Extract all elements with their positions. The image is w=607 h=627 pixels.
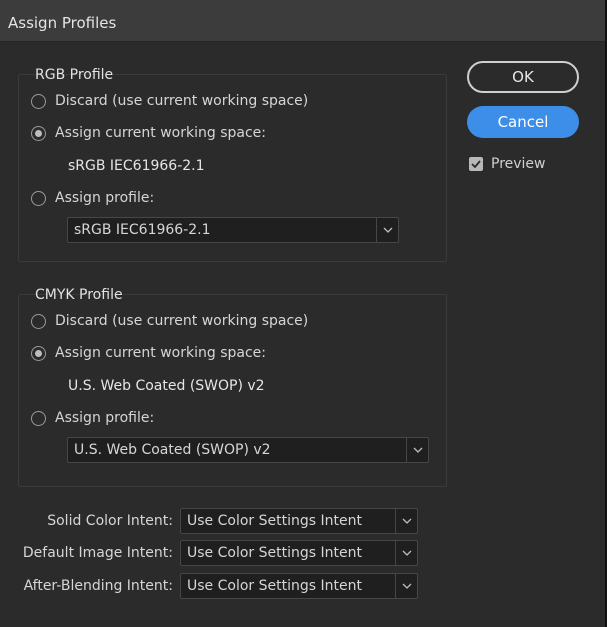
checkmark-icon[interactable] — [469, 157, 483, 171]
rgb-assign-current-label: Assign current working space: — [55, 125, 266, 141]
radio-icon[interactable] — [31, 190, 46, 206]
cmyk-assign-current-radio[interactable]: Assign current working space: — [31, 344, 266, 362]
rgb-discard-label: Discard (use current working space) — [55, 93, 309, 109]
cmyk-assign-current-label: Assign current working space: — [55, 345, 266, 361]
ok-button[interactable]: OK — [467, 61, 579, 93]
cmyk-assign-profile-label: Assign profile: — [55, 410, 155, 426]
radio-selected-icon[interactable] — [31, 125, 46, 141]
preview-checkbox[interactable]: Preview — [469, 155, 546, 173]
radio-icon[interactable] — [31, 93, 46, 109]
radio-icon[interactable] — [31, 410, 46, 426]
cmyk-current-space-value: U.S. Web Coated (SWOP) v2 — [68, 378, 265, 394]
chevron-down-icon[interactable] — [395, 574, 417, 598]
cmyk-profile-select[interactable]: U.S. Web Coated (SWOP) v2 — [67, 437, 429, 463]
radio-icon[interactable] — [31, 313, 46, 329]
default-image-intent-label: Default Image Intent: — [22, 545, 173, 561]
rgb-profile-select-value: sRGB IEC61966-2.1 — [74, 222, 211, 238]
dialog-titlebar[interactable]: Assign Profiles — [0, 0, 605, 42]
default-image-intent-value: Use Color Settings Intent — [187, 545, 362, 561]
rgb-assign-profile-label: Assign profile: — [55, 190, 155, 206]
rgb-current-space-value: sRGB IEC61966-2.1 — [68, 158, 205, 174]
after-blending-intent-value: Use Color Settings Intent — [187, 578, 362, 594]
cmyk-profile-select-value: U.S. Web Coated (SWOP) v2 — [74, 442, 271, 458]
chevron-down-icon[interactable] — [395, 509, 417, 533]
rgb-group-title: RGB Profile — [35, 67, 114, 83]
solid-color-intent-select[interactable]: Use Color Settings Intent — [180, 508, 418, 534]
solid-color-intent-value: Use Color Settings Intent — [187, 513, 362, 529]
solid-color-intent-label: Solid Color Intent: — [47, 513, 173, 529]
after-blending-intent-label: After-Blending Intent: — [23, 578, 173, 594]
after-blending-intent-select[interactable]: Use Color Settings Intent — [180, 573, 418, 599]
assign-profiles-dialog: RGB Profile Discard (use current working… — [0, 42, 605, 627]
chevron-down-icon[interactable] — [395, 541, 417, 565]
rgb-discard-radio[interactable]: Discard (use current working space) — [31, 92, 308, 110]
rgb-assign-profile-radio[interactable]: Assign profile: — [31, 189, 154, 207]
default-image-intent-select[interactable]: Use Color Settings Intent — [180, 540, 418, 566]
radio-selected-icon[interactable] — [31, 345, 46, 361]
chevron-down-icon[interactable] — [376, 218, 398, 242]
chevron-down-icon[interactable] — [406, 438, 428, 462]
rgb-assign-current-radio[interactable]: Assign current working space: — [31, 124, 266, 142]
cmyk-group-title: CMYK Profile — [35, 287, 123, 303]
cancel-button[interactable]: Cancel — [467, 106, 579, 138]
cmyk-discard-radio[interactable]: Discard (use current working space) — [31, 312, 308, 330]
dialog-title: Assign Profiles — [8, 14, 117, 32]
rgb-profile-select[interactable]: sRGB IEC61966-2.1 — [67, 217, 399, 243]
preview-label: Preview — [491, 156, 546, 172]
cmyk-discard-label: Discard (use current working space) — [55, 313, 309, 329]
cmyk-assign-profile-radio[interactable]: Assign profile: — [31, 409, 154, 427]
